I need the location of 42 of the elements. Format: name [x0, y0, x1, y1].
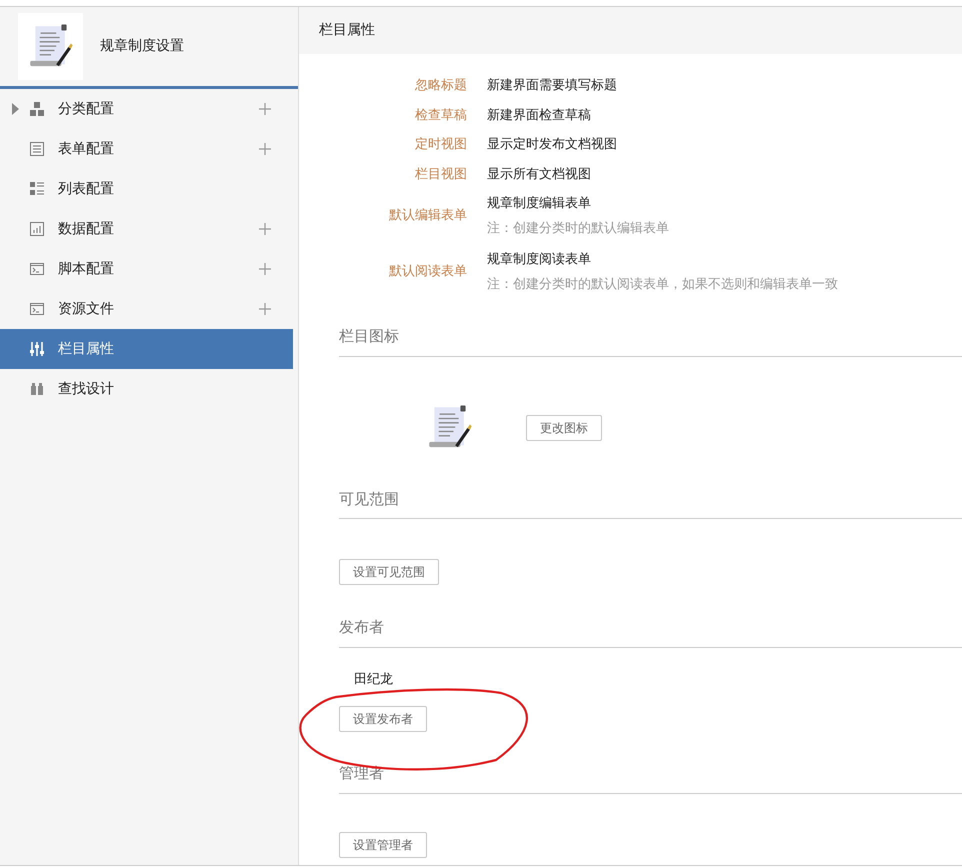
property-value: 显示所有文档视图: [487, 166, 591, 184]
terminal-icon: [28, 260, 46, 278]
section-heading: 发布者: [339, 616, 962, 648]
bar-chart-icon: [28, 220, 46, 238]
blocks-icon: [28, 100, 46, 118]
property-note: 注：创建分类时的默认编辑表单: [487, 220, 669, 238]
person-name: 田纪龙: [354, 670, 394, 688]
property-label: 默认编辑表单: [388, 207, 468, 226]
property-note: 注：创建分类时的默认阅读表单，如果不选则和编辑表单一致: [487, 276, 838, 294]
property-label: 默认阅读表单: [388, 263, 468, 282]
property-label: 检查草稿: [414, 106, 468, 124]
set-scope-button[interactable]: 设置可见范围: [339, 559, 439, 585]
terminal-icon: [28, 300, 46, 318]
binoculars-icon: [28, 380, 46, 398]
list-icon: [28, 180, 46, 198]
panel-title: 栏目属性: [319, 21, 375, 40]
logo-icon: [18, 13, 83, 80]
sliders-list-icon: [28, 140, 46, 158]
sidebar-item[interactable]: 脚本配置: [0, 249, 293, 289]
property-label: 忽略标题: [414, 77, 468, 95]
set-people-button[interactable]: 设置管理者: [339, 832, 427, 858]
property-label: 定时视图: [414, 136, 468, 154]
sidebar-item[interactable]: 表单配置: [0, 129, 293, 169]
sliders-icon: [28, 340, 46, 358]
property-value: 规章制度编辑表单: [487, 195, 592, 213]
property-value: 新建界面检查草稿: [487, 106, 591, 124]
property-value: 规章制度阅读表单: [487, 251, 592, 269]
set-people-button[interactable]: 设置发布者: [339, 706, 427, 732]
property-label: 栏目视图: [414, 166, 468, 184]
section-heading: 可见范围: [339, 488, 962, 519]
change-icon-button[interactable]: 更改图标: [526, 414, 602, 440]
expand-icon[interactable]: [12, 103, 19, 115]
property-value: 新建界面需要填写标题: [487, 77, 617, 95]
sidebar-item[interactable]: 分类配置: [0, 89, 293, 129]
sidebar-item[interactable]: 列表配置: [0, 169, 293, 209]
property-value: 显示定时发布文档视图: [487, 136, 617, 154]
section-heading: 栏目图标: [339, 325, 962, 356]
sidebar-item[interactable]: 查找设计: [0, 369, 293, 409]
sidebar-item[interactable]: 数据配置: [0, 209, 293, 249]
sidebar-item[interactable]: 栏目属性: [0, 329, 293, 369]
app-title: 规章制度设置: [100, 37, 184, 56]
sidebar-item[interactable]: 资源文件: [0, 289, 293, 329]
